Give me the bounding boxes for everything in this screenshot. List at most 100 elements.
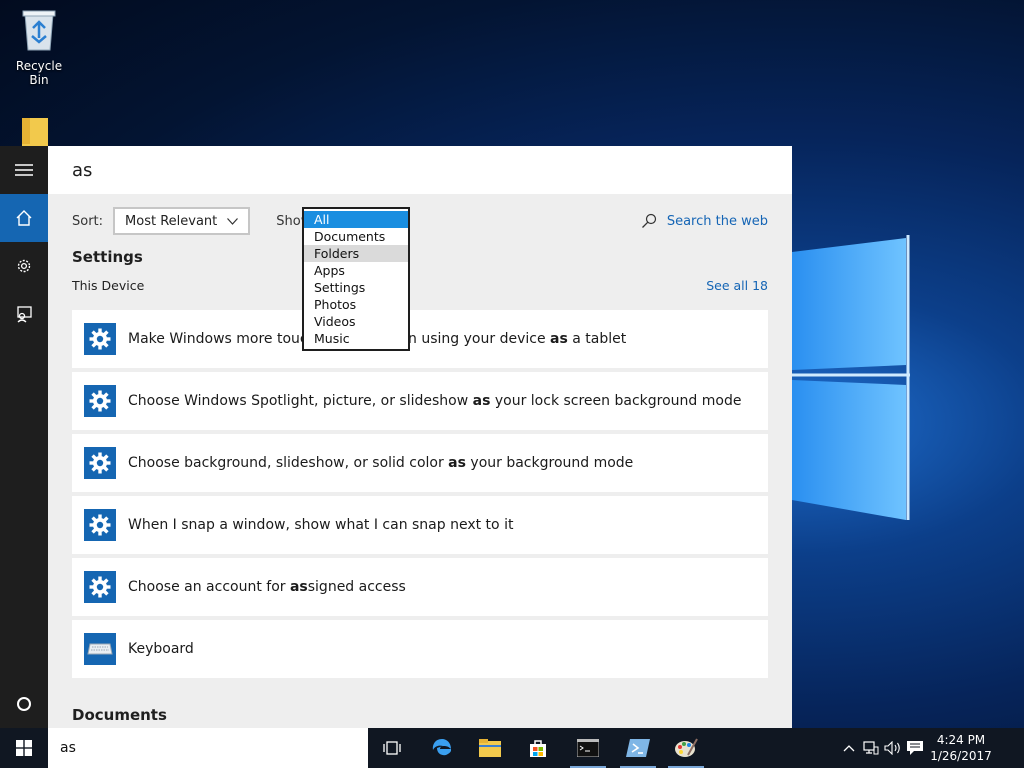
result-text-part: your background mode: [465, 455, 634, 471]
home-button[interactable]: [0, 194, 48, 242]
hamburger-menu-button[interactable]: [0, 146, 48, 194]
settings-section-title: Settings: [72, 248, 143, 266]
task-view-icon: [383, 741, 401, 755]
search-the-web-link[interactable]: Search the web: [641, 206, 768, 236]
documents-section-title: Documents: [72, 706, 167, 724]
sort-value: Most Relevant: [125, 213, 218, 229]
show-filter-dropdown-list[interactable]: All Documents Folders Apps Settings Photos Vid…: [302, 207, 410, 351]
network-button[interactable]: [860, 728, 882, 768]
start-menu-rail: [0, 146, 48, 728]
result-row[interactable]: Make Windows more touch-friendly when us…: [72, 310, 768, 368]
command-prompt-button[interactable]: [564, 728, 612, 768]
show-option-all[interactable]: All: [304, 211, 408, 228]
result-match-highlight: as: [472, 393, 491, 409]
result-text: Choose an account for assigned access: [128, 579, 406, 595]
powershell-button[interactable]: [614, 728, 662, 768]
search-results-panel: as Sort: Most Relevant Show: Search the …: [48, 146, 792, 728]
sort-dropdown[interactable]: Most Relevant: [113, 207, 251, 235]
gear-icon: [84, 323, 116, 355]
result-row[interactable]: Choose Windows Spotlight, picture, or sl…: [72, 372, 768, 430]
result-text: Choose Windows Spotlight, picture, or sl…: [128, 393, 741, 409]
folder-icon: [479, 739, 501, 757]
result-text-part: Choose Windows Spotlight, picture, or sl…: [128, 393, 473, 409]
file-explorer-button[interactable]: [466, 728, 514, 768]
result-text: Keyboard: [128, 641, 194, 657]
show-option-documents[interactable]: Documents: [304, 228, 408, 245]
windows-logo-icon: [16, 740, 32, 756]
result-match-highlight: as: [550, 331, 568, 347]
result-match-highlight: as: [289, 579, 308, 595]
result-text-part: Choose background, slideshow, or solid c…: [128, 455, 449, 471]
show-option-photos[interactable]: Photos: [304, 296, 408, 313]
keyboard-icon: [84, 633, 116, 665]
cortana-circle-icon: [17, 697, 31, 711]
sort-label: Sort:: [72, 213, 104, 229]
terminal-icon: [577, 739, 599, 757]
hamburger-icon: [15, 164, 33, 176]
result-text-part: Choose an account for: [128, 579, 290, 595]
edge-icon: [432, 739, 451, 756]
gear-icon: [84, 447, 116, 479]
paint-palette-icon: [675, 738, 698, 757]
feedback-button[interactable]: [0, 290, 48, 338]
taskbar-search-box[interactable]: as: [48, 728, 368, 768]
task-view-button[interactable]: [368, 728, 416, 768]
result-row[interactable]: Keyboard: [72, 620, 768, 678]
search-query-display[interactable]: as: [48, 146, 792, 194]
wallpaper-windows-logo: [792, 235, 910, 520]
feedback-icon: [17, 306, 32, 323]
gear-icon: [84, 571, 116, 603]
show-option-music[interactable]: Music: [304, 330, 408, 347]
result-text-part: a tablet: [567, 331, 627, 347]
action-center-button[interactable]: [904, 728, 926, 768]
show-option-apps[interactable]: Apps: [304, 262, 408, 279]
volume-button[interactable]: [882, 728, 904, 768]
settings-results-list: Make Windows more touch-friendly when us…: [72, 310, 768, 682]
clock-time: 4:24 PM: [936, 733, 986, 747]
result-text-part: signed access: [307, 579, 406, 595]
see-all-link[interactable]: See all 18: [706, 278, 768, 293]
show-option-settings[interactable]: Settings: [304, 279, 408, 296]
home-icon: [16, 210, 32, 226]
show-option-folders[interactable]: Folders: [304, 245, 408, 262]
show-option-videos[interactable]: Videos: [304, 313, 408, 330]
folder-desktop-icon[interactable]: [22, 116, 50, 146]
taskbar: as 4:24 PM 1/26/2017: [0, 728, 1024, 768]
store-button[interactable]: [514, 728, 562, 768]
gear-icon: [84, 385, 116, 417]
chevron-down-icon: [227, 217, 239, 225]
edge-browser-button[interactable]: [418, 728, 466, 768]
recycle-bin-icon: [22, 10, 56, 51]
filter-bar: Sort: Most Relevant Show: Search the web: [72, 206, 768, 236]
result-row[interactable]: Choose an account for assigned access: [72, 558, 768, 616]
show-hidden-icons-button[interactable]: [838, 728, 860, 768]
paint-button[interactable]: [662, 728, 710, 768]
result-row[interactable]: When I snap a window, show what I can sn…: [72, 496, 768, 554]
show-desktop-button[interactable]: [996, 728, 1024, 768]
chevron-up-icon: [843, 745, 855, 752]
store-icon: [530, 740, 546, 757]
system-tray: 4:24 PM 1/26/2017: [838, 728, 1024, 768]
clock-date: 1/26/2017: [930, 749, 992, 763]
search-the-web-label: Search the web: [666, 213, 768, 229]
clock[interactable]: 4:24 PM 1/26/2017: [926, 732, 996, 764]
network-icon: [863, 741, 879, 755]
settings-button[interactable]: [0, 242, 48, 290]
result-text: When I snap a window, show what I can sn…: [128, 517, 513, 533]
result-text-part: When I snap a window, show what I can sn…: [128, 517, 514, 533]
powershell-icon: [626, 739, 650, 757]
recycle-bin-label: Recycle Bin: [15, 59, 63, 87]
gear-icon: [17, 259, 31, 273]
result-text: Choose background, slideshow, or solid c…: [128, 455, 633, 471]
notification-icon: [907, 741, 923, 755]
this-device-subheading: This Device: [72, 278, 145, 293]
recycle-bin-desktop-icon[interactable]: Recycle Bin: [6, 8, 72, 87]
cortana-button[interactable]: [0, 680, 48, 728]
start-button[interactable]: [0, 728, 48, 768]
result-text-part: your lock screen background mode: [490, 393, 742, 409]
gear-icon: [84, 509, 116, 541]
result-text-part: Keyboard: [128, 641, 194, 657]
result-match-highlight: as: [448, 455, 466, 471]
search-icon: [641, 213, 656, 228]
result-row[interactable]: Choose background, slideshow, or solid c…: [72, 434, 768, 492]
